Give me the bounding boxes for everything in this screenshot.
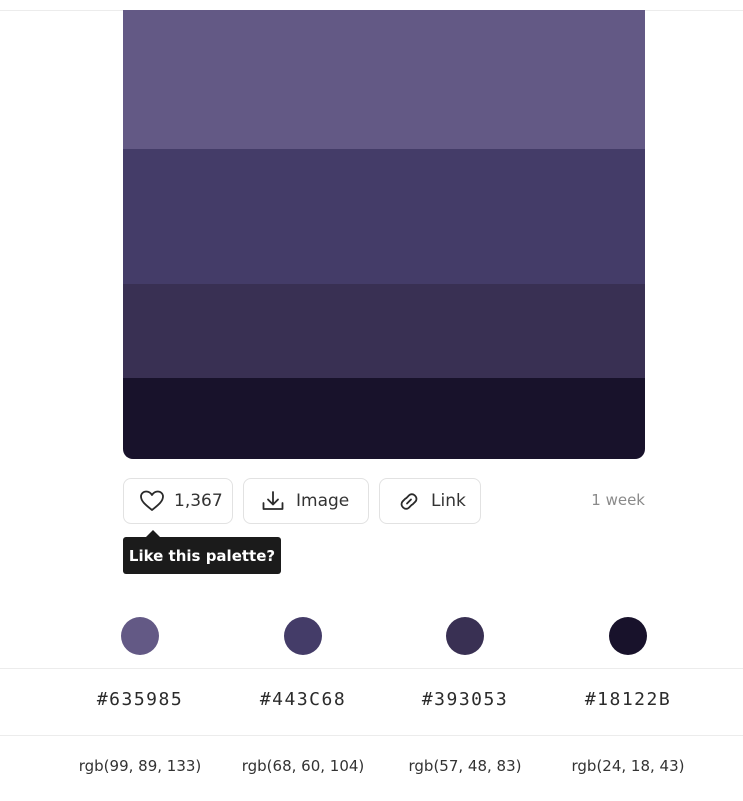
rgb-code[interactable]: rgb(68, 60, 104) xyxy=(222,757,384,775)
copy-link-button[interactable]: Link xyxy=(379,478,481,524)
rgb-code[interactable]: rgb(57, 48, 83) xyxy=(384,757,546,775)
palette-age: 1 week xyxy=(591,491,645,509)
color-dot-2[interactable] xyxy=(284,617,322,655)
color-dot-3[interactable] xyxy=(446,617,484,655)
swatch-2[interactable] xyxy=(123,149,645,284)
swatch-1[interactable] xyxy=(123,10,645,149)
color-dot-1[interactable] xyxy=(121,617,159,655)
like-button[interactable]: 1,367 xyxy=(123,478,233,524)
color-dot-4[interactable] xyxy=(609,617,647,655)
heart-icon xyxy=(139,489,165,513)
hex-code[interactable]: #635985 xyxy=(59,689,221,710)
color-dots xyxy=(0,617,743,657)
download-image-button[interactable]: Image xyxy=(243,478,369,524)
rgb-code[interactable]: rgb(24, 18, 43) xyxy=(547,757,709,775)
hex-code[interactable]: #443C68 xyxy=(222,689,384,710)
palette-preview xyxy=(123,10,645,459)
like-tooltip: Like this palette? xyxy=(123,530,281,574)
divider xyxy=(0,668,743,669)
swatch-4[interactable] xyxy=(123,378,645,459)
link-icon xyxy=(396,489,422,513)
like-count: 1,367 xyxy=(174,491,223,511)
download-icon xyxy=(261,490,285,512)
rgb-code[interactable]: rgb(99, 89, 133) xyxy=(59,757,221,775)
swatch-3[interactable] xyxy=(123,284,645,378)
link-label: Link xyxy=(431,491,466,511)
hex-code[interactable]: #18122B xyxy=(547,689,709,710)
hex-code[interactable]: #393053 xyxy=(384,689,546,710)
image-label: Image xyxy=(296,491,350,511)
divider xyxy=(0,735,743,736)
